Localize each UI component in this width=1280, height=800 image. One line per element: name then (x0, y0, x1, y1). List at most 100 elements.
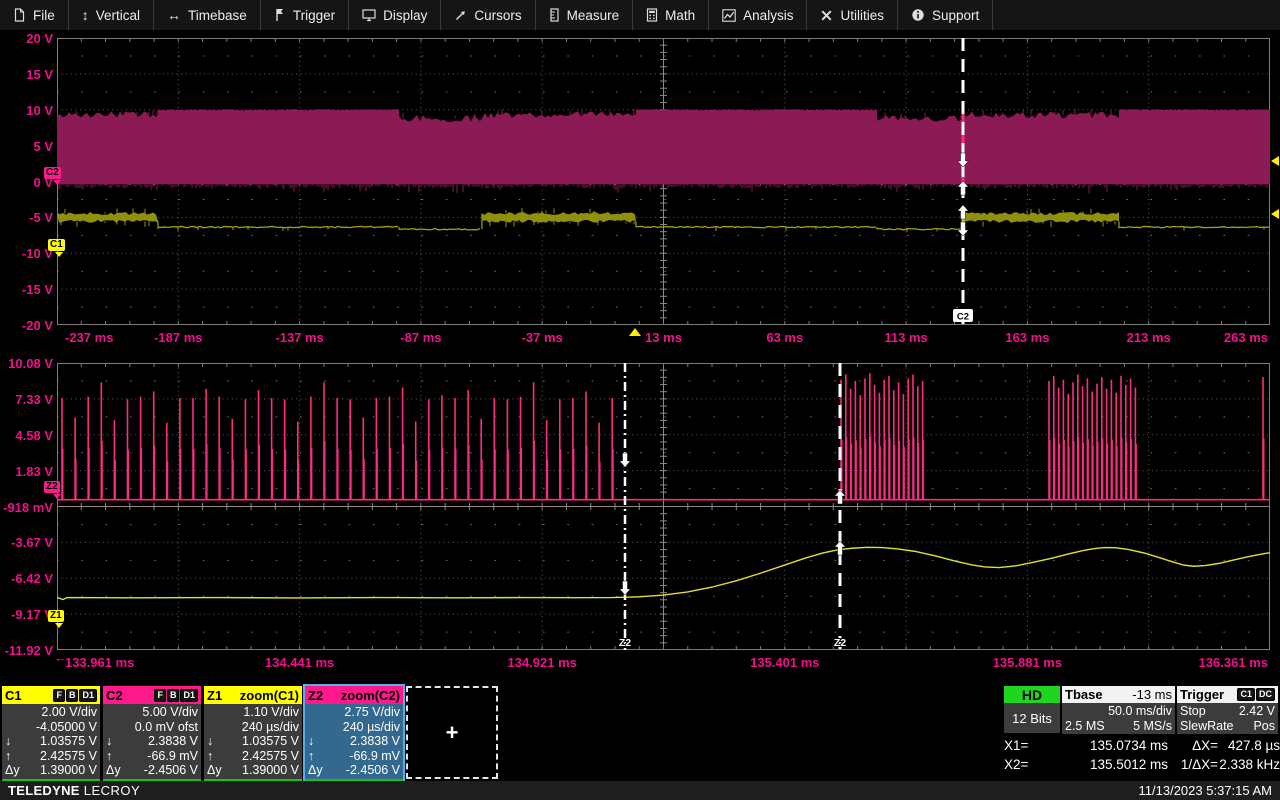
menu-display[interactable]: Display (349, 0, 442, 30)
descriptor-box-c2[interactable]: C2 F B D1 5.00 V/div 0.0 mV ofst ↓ 2.3838 V ↑ -… (103, 686, 201, 781)
menu-support[interactable]: Support (898, 0, 994, 30)
menu-support-label: Support (931, 7, 980, 23)
descriptor-box-c1[interactable]: C1 F B D1 2.00 V/div -4.05000 V ↓ 1.03575 V ↑ 2… (2, 686, 100, 781)
menu-trigger[interactable]: Trigger (261, 0, 350, 30)
time-tick-label: 163 ms (1005, 330, 1050, 345)
descriptor-header-c2[interactable]: C2 F B D1 (103, 686, 201, 704)
add-trace-button[interactable]: + (406, 686, 498, 779)
calculator-icon (647, 8, 658, 22)
time-tick-label: 136.361 ms (1198, 655, 1268, 670)
descriptor-values: 2.00 V/div -4.05000 V ↓ 1.03575 V ↑ 2.42575 V… (2, 704, 100, 778)
trigger-level: 2.42 V (1238, 704, 1275, 718)
descriptor-row: Δy 1.39000 V (207, 763, 299, 778)
timebase-box[interactable]: Tbase -13 ms 50.0 ms/div 2.5 MS 5 MS/s (1062, 686, 1175, 734)
c2-ground-marker[interactable]: C2 (44, 167, 61, 179)
time-tick-label: -237 ms (65, 330, 114, 345)
menu-display-label: Display (383, 7, 428, 23)
sample-rate: 5 MS/s (1133, 718, 1172, 733)
time-tick-label: 63 ms (766, 330, 804, 345)
z2-ground-marker[interactable]: Z2 (44, 481, 60, 493)
descriptor-row: 0.0 mV ofst (134, 719, 198, 734)
c1-ground-marker[interactable]: C1 (48, 239, 65, 251)
hd-mode-header: HD (1004, 686, 1060, 703)
descriptor-row: 1.10 V/div (243, 705, 299, 719)
menu-analysis[interactable]: Analysis (709, 0, 808, 30)
vertical-arrows-icon: ↕ (81, 7, 89, 23)
time-tick-label: -137 ms (275, 330, 324, 345)
brand-light: LECROY (83, 783, 141, 798)
descriptor-header-z1[interactable]: Z1 zoom(C1) (204, 686, 302, 704)
z1-ground-marker[interactable]: Z1 (48, 610, 64, 622)
main-cursor-label: C2 (957, 312, 969, 323)
voltage-tick-label: -9.17 V (11, 607, 53, 623)
hd-label: HD (1021, 686, 1043, 703)
x2-label: X2= (1004, 757, 1029, 772)
voltage-tick-label: -6.42 V (11, 571, 53, 587)
time-tick-label: -37 ms (521, 330, 563, 345)
cursor-arrow-icon (456, 10, 466, 20)
cursor-arrow-marker (833, 540, 847, 556)
trigger-level-marker-upper[interactable] (1271, 156, 1279, 166)
c1-ground-marker-arrow (55, 252, 63, 257)
c2-trace (57, 108, 1270, 194)
descriptor-box-z2[interactable]: Z2 zoom(C2) 2.75 V/div 240 µs/div ↓ 2.3838 … (303, 684, 405, 783)
descriptor-values: 2.75 V/div 240 µs/div ↓ 2.3838 V ↑ -66.9 mV Δy… (305, 704, 403, 778)
pan-left-arrow[interactable]: ← (54, 650, 67, 665)
monitor-icon (362, 9, 376, 22)
badge-f: F (53, 688, 65, 702)
voltage-tick-label: -15 V (21, 282, 53, 298)
menu-timebase[interactable]: ↔ Timebase (154, 0, 261, 30)
voltage-tick-label: 4.58 V (15, 427, 53, 443)
descriptor-row: ↑ 2.42575 V (5, 748, 97, 763)
trigger-mode: Stop (1180, 704, 1206, 718)
trigger-time-marker[interactable] (629, 328, 641, 336)
menu-cursors-label: Cursors (474, 7, 522, 23)
channel-name: C2 (106, 687, 123, 703)
descriptor-row: Δy 1.39000 V (5, 763, 97, 778)
descriptor-row: ↓ 2.3838 V (106, 734, 198, 749)
descriptor-row: ↑ -66.9 mV (308, 748, 400, 763)
inv-dx-value: 2.338 kHz (1219, 757, 1280, 772)
inv-dx-label: 1/ΔX= (1180, 757, 1218, 772)
menu-utilities[interactable]: Utilities (807, 0, 898, 30)
voltage-tick-label: 1.83 V (15, 463, 53, 479)
badge-c1: C1 (1237, 688, 1255, 701)
main-waveform-plot: C2 (57, 38, 1270, 325)
descriptor-box-z1[interactable]: Z1 zoom(C1) 1.10 V/div 240 µs/div ↓ 1.03575… (204, 686, 302, 781)
descriptor-header-z2[interactable]: Z2 zoom(C2) (305, 686, 403, 704)
z1-ground-marker-arrow (55, 623, 63, 628)
descriptor-header-c1[interactable]: C1 F B D1 (2, 686, 100, 704)
cursor-arrow-marker (618, 580, 632, 596)
time-tick-label: -87 ms (400, 330, 442, 345)
x1-value: 135.0734 ms (1089, 738, 1168, 753)
trigger-level-marker-lower[interactable] (1271, 209, 1279, 219)
descriptor-row: ↓ 2.3838 V (308, 734, 400, 749)
trigger-box[interactable]: Trigger C1 DC Stop 2.42 V SlewRate Pos (1177, 686, 1278, 734)
trigger-flag-icon (276, 9, 283, 21)
zoom-waveform-plot: Z2 Z2 (57, 363, 1270, 650)
descriptor-row: 240 µs/div (241, 719, 299, 734)
badge-f: F (154, 688, 166, 702)
voltage-tick-label: 10.08 V (8, 356, 53, 371)
badge-d1: D1 (180, 688, 198, 702)
cursor-readout: X1= 135.0734 ms ΔX= 427.8 µs X2= 135.501… (1004, 738, 1280, 772)
voltage-tick-label: -10 V (21, 246, 53, 262)
voltage-tick-label: -918 mV (3, 499, 53, 515)
menu-math[interactable]: Math (633, 0, 710, 30)
menu-cursors[interactable]: Cursors (441, 0, 536, 30)
descriptor-row: ↑ -66.9 mV (106, 748, 198, 763)
menu-vertical[interactable]: ↕ Vertical (69, 0, 155, 30)
menu-file[interactable]: File (0, 0, 69, 30)
cursor-arrow-marker (833, 489, 847, 505)
voltage-tick-label: -11.92 V (4, 643, 53, 658)
horizontal-arrows-icon: ↔ (167, 7, 182, 23)
zoom-source-label: zoom(C2) (340, 687, 400, 703)
info-icon (912, 9, 924, 21)
time-tick-label: -187 ms (154, 330, 203, 345)
status-bar: TELEDYNE LECROY 11/13/2023 5:37:15 AM (0, 781, 1280, 800)
hd-mode-box[interactable]: HD 12 Bits (1004, 686, 1060, 733)
time-tick-label: 113 ms (884, 330, 928, 345)
trigger-type: SlewRate (1180, 718, 1234, 733)
menu-measure[interactable]: Measure (536, 0, 634, 30)
menu-measure-label: Measure (566, 7, 620, 23)
